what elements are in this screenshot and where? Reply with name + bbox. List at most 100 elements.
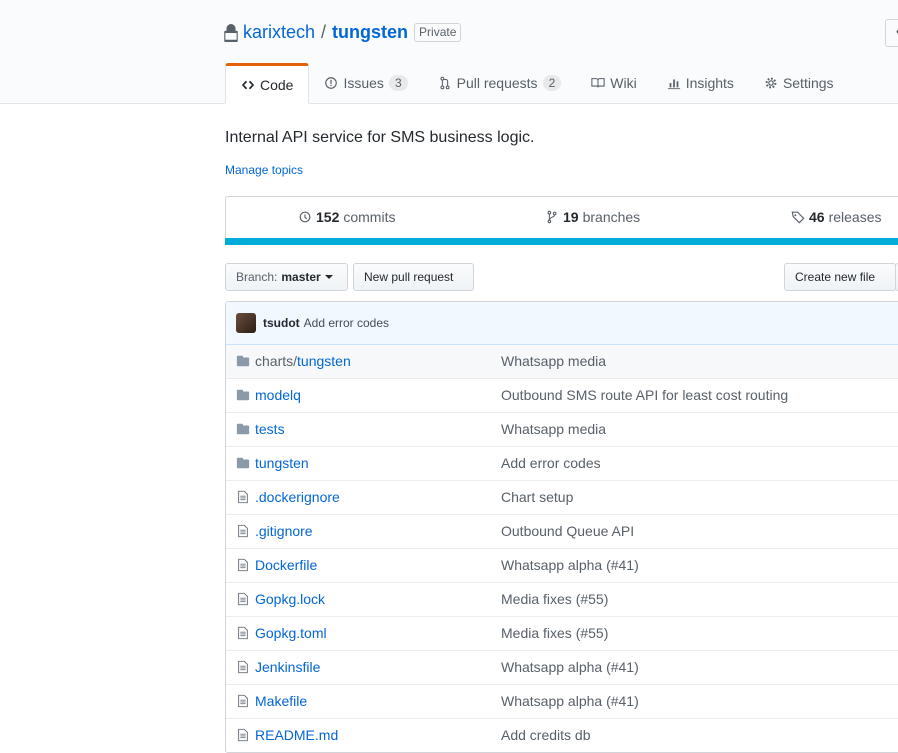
- table-row: Jenkinsfile Whatsapp alpha (#41): [226, 650, 898, 684]
- file-name: Makefile: [255, 693, 308, 709]
- book-icon: [591, 78, 605, 88]
- table-row: Makefile Whatsapp alpha (#41): [226, 684, 898, 718]
- file-name-link[interactable]: charts/tungsten: [255, 353, 351, 369]
- file-list: charts/tungsten Whatsapp media modelq Outbo…: [226, 345, 898, 752]
- branches-link[interactable]: 19 branches: [545, 209, 640, 225]
- table-row: .dockerignore Chart setup: [226, 480, 898, 514]
- file-name: Gopkg.lock: [255, 591, 326, 607]
- commit-author[interactable]: tsudot: [263, 316, 300, 330]
- table-row: charts/tungsten Whatsapp media: [226, 345, 898, 378]
- tab-wiki[interactable]: Wiki: [576, 63, 651, 103]
- issue-icon: [325, 77, 338, 89]
- latest-commit-bar: tsudot Add error codes: [226, 302, 898, 345]
- create-new-file-button[interactable]: Create new file: [784, 263, 896, 291]
- file-name-link[interactable]: Gopkg.toml: [255, 625, 327, 641]
- file-browser: tsudot Add error codes charts/tungsten Wh…: [225, 301, 898, 753]
- table-row: Dockerfile Whatsapp alpha (#41): [226, 548, 898, 582]
- history-icon: [299, 211, 311, 223]
- repo-title: karixtech / tungsten Private: [224, 22, 462, 43]
- commit-message-link[interactable]: Whatsapp alpha (#41): [501, 659, 639, 675]
- table-row: tests Whatsapp media: [226, 412, 898, 446]
- code-icon: [241, 80, 255, 89]
- file-name: tungsten: [297, 353, 351, 369]
- new-pull-request-button[interactable]: New pull request: [353, 263, 474, 291]
- file-name: Jenkinsfile: [255, 659, 321, 675]
- table-row: Gopkg.lock Media fixes (#55): [226, 582, 898, 616]
- create-new-file-label: Create new file: [795, 270, 876, 284]
- branch-name: master: [281, 270, 321, 284]
- commit-message-link[interactable]: Media fixes (#55): [501, 591, 608, 607]
- file-name-link[interactable]: Gopkg.lock: [255, 591, 325, 607]
- commit-message-link[interactable]: Whatsapp alpha (#41): [501, 693, 639, 709]
- commits-label: commits: [343, 209, 396, 225]
- tab-code-label: Code: [260, 76, 294, 93]
- private-badge: Private: [414, 23, 462, 42]
- commit-message-link[interactable]: Outbound Queue API: [501, 523, 634, 539]
- folder-icon: [236, 457, 250, 469]
- file-icon: [238, 592, 248, 606]
- manage-topics-link[interactable]: Manage topics: [225, 163, 303, 177]
- branch-prefix: Branch:: [236, 270, 278, 284]
- table-row: Gopkg.toml Media fixes (#55): [226, 616, 898, 650]
- commit-message[interactable]: Add error codes: [304, 316, 389, 330]
- commit-message-link[interactable]: Outbound SMS route API for least cost ro…: [501, 387, 788, 403]
- repo-header: karixtech / tungsten Private ‹ Code Issu…: [0, 0, 898, 104]
- file-name: .gitignore: [255, 523, 313, 539]
- tab-pull-requests[interactable]: Pull requests 2: [423, 63, 577, 103]
- commit-message-link[interactable]: Whatsapp media: [501, 353, 606, 369]
- releases-link[interactable]: 46 releases: [791, 209, 882, 225]
- table-row: README.md Add credits db: [226, 718, 898, 752]
- file-name-link[interactable]: Jenkinsfile: [255, 659, 320, 675]
- commits-link[interactable]: 152 commits: [298, 209, 395, 225]
- tag-icon: [791, 211, 805, 224]
- pull-requests-counter: 2: [542, 75, 562, 91]
- avatar[interactable]: [236, 313, 256, 333]
- new-pull-request-label: New pull request: [364, 270, 454, 284]
- tab-settings[interactable]: Settings: [749, 63, 849, 103]
- watch-button[interactable]: ‹: [885, 19, 898, 47]
- tab-settings-label: Settings: [782, 75, 834, 91]
- repo-name-link[interactable]: tungsten: [332, 22, 408, 43]
- language-color-bar: [225, 238, 898, 245]
- repo-owner-link[interactable]: karixtech: [243, 22, 315, 43]
- file-icon: [238, 626, 248, 640]
- tab-pull-requests-label: Pull requests: [456, 75, 538, 91]
- file-name-link[interactable]: tungsten: [255, 455, 309, 471]
- tab-insights-label: Insights: [685, 75, 734, 91]
- tab-wiki-label: Wiki: [610, 75, 637, 91]
- commit-message-link[interactable]: Whatsapp media: [501, 421, 606, 437]
- tab-issues[interactable]: Issues 3: [309, 63, 422, 103]
- file-name-link[interactable]: modelq: [255, 387, 301, 403]
- commits-count: 152: [316, 209, 340, 225]
- commit-message-link[interactable]: Add error codes: [501, 455, 601, 471]
- file-name: Gopkg.toml: [255, 625, 327, 641]
- commit-message-link[interactable]: Chart setup: [501, 489, 573, 505]
- commit-message-link[interactable]: Add credits db: [501, 727, 591, 743]
- table-row: tungsten Add error codes: [226, 446, 898, 480]
- tab-code[interactable]: Code: [225, 63, 310, 104]
- branches-count: 19: [563, 209, 579, 225]
- file-name: Dockerfile: [255, 557, 318, 573]
- file-icon: [238, 524, 248, 538]
- file-icon: [238, 558, 248, 572]
- file-icon: [238, 660, 248, 674]
- branch-select-button[interactable]: Branch: master: [225, 263, 348, 291]
- tab-issues-label: Issues: [343, 75, 384, 91]
- file-name-link[interactable]: tests: [255, 421, 285, 437]
- issues-counter: 3: [388, 75, 408, 91]
- file-name-link[interactable]: .dockerignore: [255, 489, 340, 505]
- releases-label: releases: [828, 209, 882, 225]
- file-name-link[interactable]: .gitignore: [255, 523, 313, 539]
- caret-down-icon: [324, 275, 333, 279]
- file-name-link[interactable]: Dockerfile: [255, 557, 317, 573]
- table-row: .gitignore Outbound Queue API: [226, 514, 898, 548]
- commit-message-link[interactable]: Whatsapp alpha (#41): [501, 557, 639, 573]
- file-name-link[interactable]: README.md: [255, 727, 338, 743]
- file-name-link[interactable]: Makefile: [255, 693, 307, 709]
- tab-insights[interactable]: Insights: [652, 63, 749, 103]
- file-icon: [238, 694, 248, 708]
- path-prefix: charts/: [255, 353, 298, 369]
- branch-icon: [547, 210, 557, 224]
- graph-icon: [667, 79, 680, 90]
- commit-message-link[interactable]: Media fixes (#55): [501, 625, 608, 641]
